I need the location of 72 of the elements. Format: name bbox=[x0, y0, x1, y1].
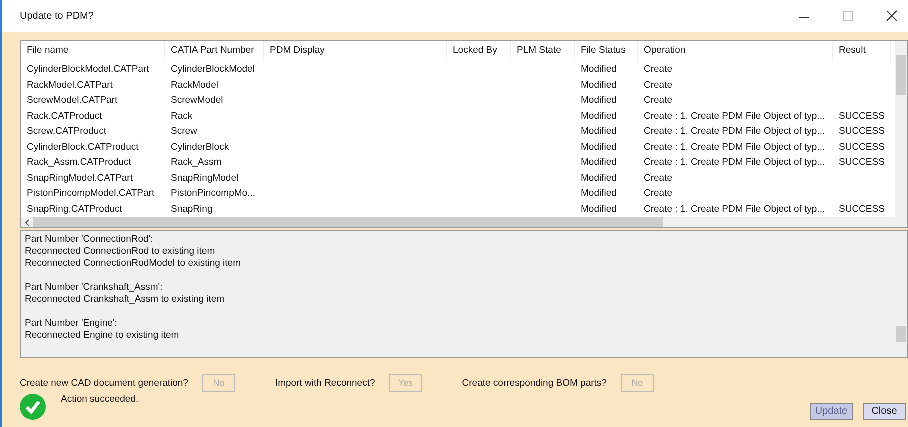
table-cell: CylinderBlock bbox=[171, 142, 230, 152]
table-cell: Create bbox=[644, 172, 673, 184]
status-message: Action succeeded. bbox=[61, 394, 139, 405]
column-header[interactable]: PLM State bbox=[511, 41, 575, 62]
log-line: Reconnected ConnectionRod to existing item bbox=[25, 246, 216, 257]
column-header[interactable]: File Status bbox=[575, 41, 638, 62]
table-cell: CylinderBlock.CATProduct bbox=[27, 142, 139, 152]
option-label: Import with Reconnect? bbox=[275, 378, 376, 388]
column-header[interactable]: Result bbox=[833, 41, 891, 62]
column-header[interactable]: PDM Display bbox=[264, 41, 447, 62]
table-cell: SnapRingModel bbox=[171, 172, 239, 184]
table-cell: SUCCESS bbox=[839, 110, 885, 122]
table-cell: Modified bbox=[581, 126, 617, 137]
log-line: Part Number 'Engine': bbox=[25, 318, 118, 329]
table-cell: ScrewModel.CATPart bbox=[27, 95, 118, 106]
option-label: Create new CAD document generation? bbox=[20, 378, 188, 388]
column-header[interactable]: File name bbox=[21, 41, 165, 62]
close-icon[interactable] bbox=[886, 10, 898, 22]
table-cell: Rack bbox=[171, 110, 193, 122]
option-label: Create corresponding BOM parts? bbox=[462, 378, 607, 388]
table-cell: Modified bbox=[581, 110, 617, 122]
table-cell: Rack.CATProduct bbox=[27, 110, 102, 122]
table-cell: Modified bbox=[581, 80, 617, 90]
table-cell: Create bbox=[644, 64, 673, 75]
dialog-button[interactable]: Close bbox=[863, 402, 906, 420]
table-cell: Create bbox=[644, 80, 673, 90]
table-cell: Modified bbox=[581, 188, 617, 199]
table-cell: Screw bbox=[171, 126, 198, 137]
window-title: Update to PDM? bbox=[20, 10, 94, 22]
table-cell: SUCCESS bbox=[839, 142, 885, 152]
scroll-left-icon[interactable] bbox=[24, 219, 30, 227]
table-cell: RackModel.CATPart bbox=[27, 80, 113, 90]
table-cell: SUCCESS bbox=[839, 204, 885, 214]
table-cell: Create : 1. Create PDM File Object of typ... bbox=[644, 126, 826, 137]
column-header[interactable]: Locked By bbox=[447, 41, 511, 62]
table-cell: ScrewModel bbox=[171, 95, 224, 106]
table-cell: Create : 1. Create PDM File Object of typ... bbox=[644, 142, 826, 152]
vertical-scrollbar[interactable] bbox=[895, 41, 907, 227]
column-header[interactable]: Operation bbox=[638, 41, 833, 62]
table-cell: Modified bbox=[581, 95, 617, 106]
table-cell: Rack_Assm.CATProduct bbox=[27, 157, 132, 168]
table-cell: Create : 1. Create PDM File Object of typ... bbox=[644, 204, 826, 214]
table-cell: PistonPincompMo... bbox=[171, 188, 256, 199]
table-cell: Create bbox=[644, 188, 673, 199]
table-cell: Modified bbox=[581, 157, 617, 168]
column-header[interactable]: CATIA Part Number bbox=[165, 41, 264, 62]
table-cell: RackModel bbox=[171, 80, 219, 90]
table-cell: SUCCESS bbox=[839, 157, 885, 168]
table-cell: Screw.CATProduct bbox=[27, 126, 107, 137]
log-line: Reconnected Engine to existing item bbox=[25, 330, 180, 341]
log-line: Part Number 'ConnectionRod': bbox=[25, 234, 154, 245]
log-line: Part Number 'Crankshaft_Assm': bbox=[25, 282, 163, 293]
table-cell: Rack_Assm bbox=[171, 157, 222, 168]
success-check-icon bbox=[20, 394, 46, 420]
table-cell: Modified bbox=[581, 204, 617, 214]
table-cell: PistonPincompModel.CATPart bbox=[27, 188, 155, 199]
table-cell: Create : 1. Create PDM File Object of typ... bbox=[644, 110, 826, 122]
table-cell: SUCCESS bbox=[839, 126, 885, 137]
horizontal-scrollbar[interactable] bbox=[21, 217, 895, 227]
table-cell: Create : 1. Create PDM File Object of typ... bbox=[644, 157, 826, 168]
maximize-icon[interactable] bbox=[842, 10, 854, 22]
table-cell: Modified bbox=[581, 172, 617, 184]
table-cell: CylinderBlockModel bbox=[171, 64, 255, 75]
table-cell: CylinderBlockModel.CATPart bbox=[27, 64, 150, 75]
table-cell: Create bbox=[644, 95, 673, 106]
log-line: Reconnected Crankshaft_Assm to existing item bbox=[25, 294, 225, 305]
table-cell: SnapRingModel.CATPart bbox=[27, 172, 133, 184]
table-cell: Modified bbox=[581, 64, 617, 75]
table-cell: SnapRing bbox=[171, 204, 213, 214]
table-cell: Modified bbox=[581, 142, 617, 152]
table-cell: SnapRing.CATProduct bbox=[27, 204, 122, 214]
log-line: Reconnected ConnectionRodModel to existing item bbox=[25, 258, 241, 269]
